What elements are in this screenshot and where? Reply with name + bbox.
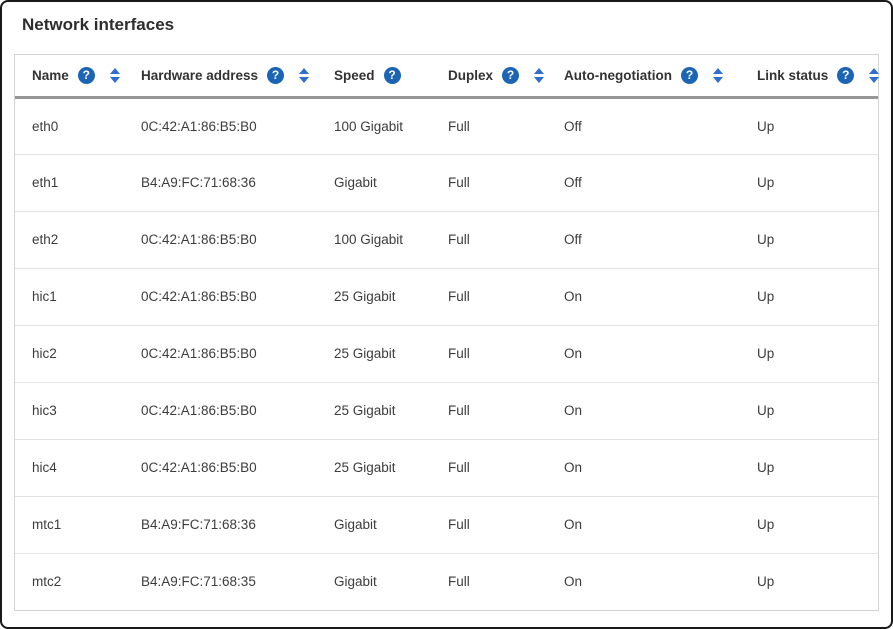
- table-header: Name ? Hardware address ? Speed ? Duplex…: [15, 55, 880, 99]
- cell-auto-negotiation: On: [547, 496, 740, 554]
- help-icon[interactable]: ?: [502, 66, 520, 84]
- cell-name: hic4: [15, 439, 124, 497]
- page-title: Network interfaces: [22, 15, 175, 34]
- cell-hardware-address: 0C:42:A1:86:B5:B0: [124, 382, 317, 440]
- cell-auto-negotiation: On: [547, 439, 740, 497]
- cell-auto-negotiation: Off: [547, 97, 740, 155]
- cell-name: eth1: [15, 154, 124, 212]
- column-label: Link status: [757, 67, 829, 83]
- cell-duplex: Full: [431, 268, 547, 326]
- cell-link-status: Up: [740, 211, 878, 269]
- cell-link-status: Up: [740, 268, 878, 326]
- table-row: mtc2 B4:A9:FC:71:68:35 Gigabit Full On U…: [15, 553, 878, 610]
- cell-name: mtc1: [15, 496, 124, 554]
- network-interfaces-table: Name ? Hardware address ? Speed ? Duplex…: [15, 55, 880, 610]
- cell-duplex: Full: [431, 97, 547, 155]
- cell-hardware-address: 0C:42:A1:86:B5:B0: [124, 325, 317, 383]
- help-icon[interactable]: ?: [680, 66, 698, 84]
- cell-duplex: Full: [431, 496, 547, 554]
- sort-icon[interactable]: [299, 67, 310, 83]
- cell-name: hic2: [15, 325, 124, 383]
- cell-duplex: Full: [431, 382, 547, 440]
- network-interfaces-panel: Network interfaces Name ? Hardware addre…: [0, 0, 893, 629]
- cell-link-status: Up: [740, 439, 878, 497]
- cell-hardware-address: 0C:42:A1:86:B5:B0: [124, 211, 317, 269]
- cell-speed: 25 Gigabit: [317, 439, 431, 497]
- column-label: Hardware address: [141, 67, 259, 83]
- cell-hardware-address: 0C:42:A1:86:B5:B0: [124, 439, 317, 497]
- cell-auto-negotiation: Off: [547, 154, 740, 212]
- column-header-speed: Speed ?: [317, 55, 431, 99]
- column-label: Name: [32, 67, 69, 83]
- cell-speed: Gigabit: [317, 154, 431, 212]
- column-header-duplex[interactable]: Duplex ?: [431, 55, 547, 99]
- cell-duplex: Full: [448, 574, 470, 590]
- cell-duplex: Full: [431, 211, 547, 269]
- table-row: hic4 0C:42:A1:86:B5:B0 25 Gigabit Full O…: [15, 439, 878, 497]
- column-header-link-status[interactable]: Link status ?: [740, 55, 880, 99]
- table-row: hic2 0C:42:A1:86:B5:B0 25 Gigabit Full O…: [15, 325, 878, 383]
- cell-link-status: Up: [757, 574, 775, 590]
- cell-link-status: Up: [740, 496, 878, 554]
- sort-icon[interactable]: [869, 67, 880, 83]
- column-label: Duplex: [448, 67, 494, 83]
- cell-hardware-address: 0C:42:A1:86:B5:B0: [124, 97, 317, 155]
- table-row: mtc1 B4:A9:FC:71:68:36 Gigabit Full On U…: [15, 496, 878, 554]
- cell-name: hic1: [15, 268, 124, 326]
- cell-auto-negotiation: On: [547, 268, 740, 326]
- sort-icon[interactable]: [712, 67, 723, 83]
- cell-duplex: Full: [431, 439, 547, 497]
- table-row: hic1 0C:42:A1:86:B5:B0 25 Gigabit Full O…: [15, 268, 878, 326]
- cell-speed: 25 Gigabit: [317, 325, 431, 383]
- cell-speed: 100 Gigabit: [317, 97, 431, 155]
- cell-speed: 25 Gigabit: [317, 268, 431, 326]
- cell-link-status: Up: [740, 382, 878, 440]
- column-header-auto-negotiation[interactable]: Auto-negotiation ?: [547, 55, 740, 99]
- cell-name: eth2: [15, 211, 124, 269]
- sort-icon[interactable]: [534, 67, 545, 83]
- help-icon[interactable]: ?: [383, 66, 401, 84]
- table-row: eth0 0C:42:A1:86:B5:B0 100 Gigabit Full …: [15, 97, 878, 155]
- cell-duplex: Full: [431, 154, 547, 212]
- help-icon[interactable]: ?: [267, 66, 285, 84]
- column-label: Auto-negotiation: [564, 67, 672, 83]
- cell-hardware-address: B4:A9:FC:71:68:36: [124, 154, 317, 212]
- column-header-hardware-address[interactable]: Hardware address ?: [124, 55, 317, 99]
- cell-speed: 100 Gigabit: [317, 211, 431, 269]
- help-icon[interactable]: ?: [77, 66, 95, 84]
- cell-speed: 25 Gigabit: [317, 382, 431, 440]
- cell-speed: Gigabit: [317, 496, 431, 554]
- cell-speed: Gigabit: [334, 574, 377, 590]
- help-icon[interactable]: ?: [837, 66, 855, 84]
- cell-auto-negotiation: On: [564, 574, 583, 590]
- cell-auto-negotiation: Off: [547, 211, 740, 269]
- cell-name: hic3: [15, 382, 124, 440]
- cell-link-status: Up: [740, 325, 878, 383]
- cell-auto-negotiation: On: [547, 382, 740, 440]
- cell-name: eth0: [15, 97, 124, 155]
- table-body: eth0 0C:42:A1:86:B5:B0 100 Gigabit Full …: [15, 97, 878, 610]
- cell-hardware-address: B4:A9:FC:71:68:35: [141, 574, 256, 590]
- cell-link-status: Up: [740, 154, 878, 212]
- cell-hardware-address: 0C:42:A1:86:B5:B0: [124, 268, 317, 326]
- network-interfaces-table-container: Name ? Hardware address ? Speed ? Duplex…: [14, 54, 880, 611]
- table-row: eth1 B4:A9:FC:71:68:36 Gigabit Full Off …: [15, 154, 878, 212]
- column-header-name[interactable]: Name ?: [15, 55, 124, 99]
- cell-duplex: Full: [431, 325, 547, 383]
- cell-link-status: Up: [740, 97, 878, 155]
- table-row: hic3 0C:42:A1:86:B5:B0 25 Gigabit Full O…: [15, 382, 878, 440]
- cell-name: mtc2: [32, 574, 62, 590]
- sort-icon[interactable]: [109, 67, 120, 83]
- header-row: Name ? Hardware address ? Speed ? Duplex…: [15, 55, 880, 99]
- column-label: Speed: [334, 67, 375, 83]
- cell-auto-negotiation: On: [547, 325, 740, 383]
- table-row: eth2 0C:42:A1:86:B5:B0 100 Gigabit Full …: [15, 211, 878, 269]
- cell-hardware-address: B4:A9:FC:71:68:36: [124, 496, 317, 554]
